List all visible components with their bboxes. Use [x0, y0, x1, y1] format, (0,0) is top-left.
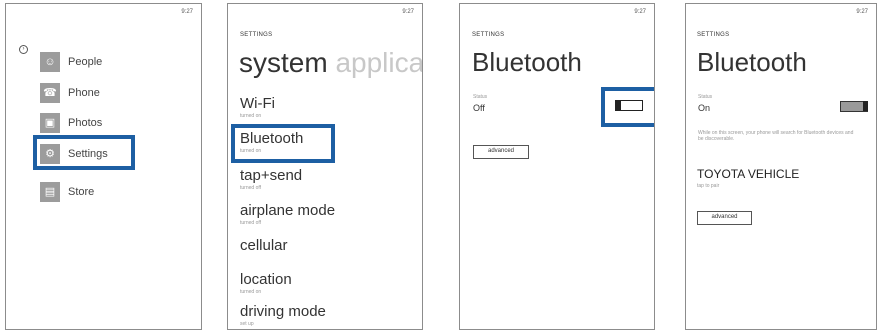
bluetooth-off-phone: 9:27 SETTINGS Bluetooth Status Off advan…: [459, 3, 655, 330]
page-title: Bluetooth: [697, 47, 807, 77]
app-label: Store: [68, 186, 95, 198]
pivot-header: system applica: [239, 47, 422, 79]
app-label: Photos: [68, 117, 103, 129]
back-arrow-icon[interactable]: ›: [19, 45, 28, 54]
settings-item-tapsend[interactable]: tap+send turned off: [240, 167, 303, 192]
status-time: 9:27: [402, 9, 414, 15]
settings-item-label: tap+send: [240, 167, 303, 184]
advanced-button[interactable]: advanced: [697, 211, 752, 225]
toggle-knob: [863, 101, 868, 111]
status-value: Off: [473, 103, 485, 113]
pivot-system[interactable]: system: [239, 47, 328, 78]
bluetooth-on-phone: 9:27 SETTINGS Bluetooth Status On While …: [685, 3, 877, 330]
status-caption: Status: [473, 94, 488, 100]
bluetooth-highlight-box: [231, 124, 335, 163]
bluetooth-toggle-switch[interactable]: [840, 101, 868, 112]
people-icon: ☺: [40, 52, 60, 72]
settings-header: SETTINGS: [472, 32, 505, 38]
toggle-highlight-box: [601, 87, 654, 127]
status-time: 9:27: [634, 9, 646, 15]
settings-item-driving[interactable]: driving mode set up: [240, 303, 326, 328]
settings-item-airplane[interactable]: airplane mode turned off: [240, 202, 336, 227]
settings-item-label: driving mode: [240, 303, 326, 320]
settings-item-label: location: [240, 271, 292, 288]
settings-item-sub: turned on: [240, 113, 262, 119]
photos-icon: ▣: [40, 113, 60, 133]
settings-item-sub: turned on: [240, 289, 262, 295]
settings-item-sub: turned off: [240, 185, 262, 191]
settings-header: SETTINGS: [697, 32, 730, 38]
pivot-applications[interactable]: applica: [335, 47, 422, 78]
device-name[interactable]: TOYOTA VEHICLE: [697, 167, 799, 181]
settings-item-label: cellular: [240, 237, 288, 254]
status-time: 9:27: [856, 9, 868, 15]
phone-icon: ☎: [40, 83, 60, 103]
settings-item-sub: turned off: [240, 220, 262, 226]
settings-phone: 9:27 SETTINGS system applica Wi-Fi turne…: [227, 3, 423, 330]
settings-header: SETTINGS: [240, 32, 273, 38]
bluetooth-description: While on this screen, your phone will se…: [698, 130, 854, 142]
settings-item-label: airplane mode: [240, 202, 336, 219]
status-value: On: [698, 103, 711, 113]
page-title: Bluetooth: [472, 47, 582, 77]
settings-highlight-box: [33, 135, 135, 170]
device-status: tap to pair: [697, 183, 720, 189]
settings-item-cellular[interactable]: cellular: [240, 238, 288, 254]
status-caption: Status: [698, 94, 713, 100]
settings-item-label: Wi-Fi: [240, 95, 275, 112]
advanced-button[interactable]: advanced: [473, 145, 529, 159]
start-screen-phone: 9:27 › ☺ People ☎ Phone ▣ Photos ⚙ Setti…: [5, 3, 202, 330]
settings-item-sub: set up: [240, 321, 254, 327]
status-time: 9:27: [181, 9, 193, 15]
app-label: Phone: [68, 87, 100, 99]
store-icon: ▤: [40, 182, 60, 202]
settings-item-location[interactable]: location turned on: [240, 271, 292, 296]
app-label: People: [68, 56, 103, 68]
settings-item-wifi[interactable]: Wi-Fi turned on: [240, 95, 275, 120]
